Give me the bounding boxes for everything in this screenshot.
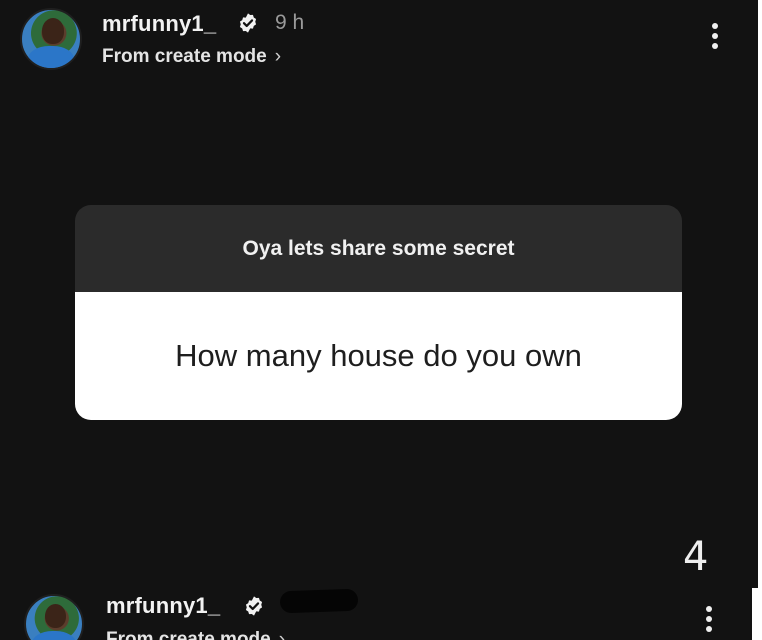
page-number: 4 xyxy=(683,534,709,580)
more-vertical-icon[interactable] xyxy=(702,606,716,636)
question-sticker: Oya lets share some secret How many hous… xyxy=(75,205,682,420)
chevron-right-icon: › xyxy=(274,46,282,67)
chevron-right-icon: › xyxy=(278,629,286,640)
create-mode-link[interactable]: From create mode › xyxy=(102,46,281,68)
redaction-mark xyxy=(279,588,359,614)
question-text: How many house do you own xyxy=(75,292,682,420)
verified-badge-icon xyxy=(239,13,257,33)
avatar[interactable] xyxy=(20,8,82,70)
story-panel: mrfunny1_ 9 h From create mode › Oya lets… xyxy=(0,0,758,588)
username[interactable]: mrfunny1_ xyxy=(102,11,216,37)
verified-badge-icon xyxy=(245,596,263,616)
post-time: 9 h xyxy=(275,11,305,34)
story-panel-next: mrfunny1_ From create mode › xyxy=(0,587,752,640)
create-mode-link[interactable]: From create mode › xyxy=(106,629,285,640)
avatar[interactable] xyxy=(24,594,84,640)
username[interactable]: mrfunny1_ xyxy=(106,593,220,619)
question-header: Oya lets share some secret xyxy=(75,205,682,292)
create-mode-label: From create mode xyxy=(102,46,267,67)
more-vertical-icon[interactable] xyxy=(708,23,722,53)
create-mode-label: From create mode xyxy=(106,629,271,640)
